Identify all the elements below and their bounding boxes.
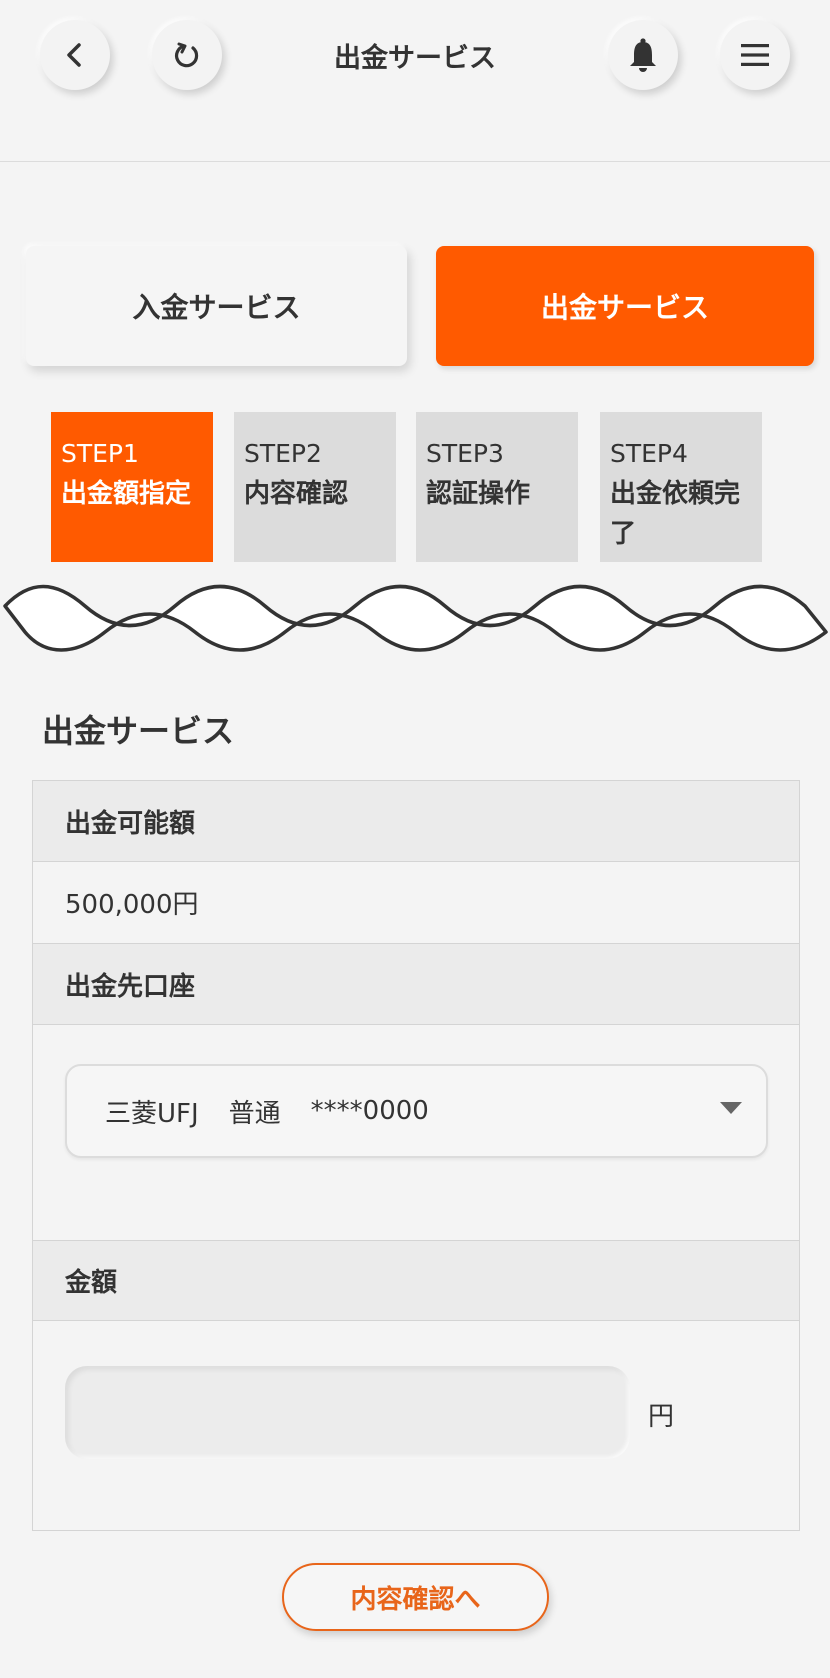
step-number: STEP1 — [61, 439, 139, 468]
step-label: 認証操作 — [426, 479, 531, 509]
app-header: 出金サービス — [0, 0, 830, 162]
reload-button[interactable] — [152, 20, 222, 90]
confirm-button-label: 内容確認へ — [350, 1584, 481, 1615]
chevron-left-icon — [67, 43, 81, 67]
account-header: 出金先口座 — [33, 944, 799, 1025]
section-title: 出金サービス — [42, 712, 235, 750]
notification-button[interactable] — [608, 20, 678, 90]
step-4: STEP4 出金依頼完了 — [600, 412, 762, 562]
amount-input[interactable] — [65, 1366, 630, 1459]
account-bank: 三菱UFJ — [105, 1098, 199, 1129]
deposit-service-button[interactable]: 入金サービス — [26, 246, 407, 366]
step-3: STEP3 認証操作 — [416, 412, 578, 562]
dropdown-caret-icon — [720, 1102, 742, 1114]
available-amount-row: 500,000円 — [33, 862, 799, 944]
account-number: ****0000 — [310, 1096, 429, 1126]
step-number: STEP4 — [610, 439, 688, 468]
step-1: STEP1 出金額指定 — [51, 412, 213, 562]
step-label: 出金額指定 — [61, 479, 192, 509]
withdraw-form-panel: 出金可能額 500,000円 出金先口座 三菱UFJ 普通 ****0000 金… — [32, 780, 800, 1531]
wave-divider — [3, 584, 828, 652]
step-number: STEP3 — [426, 439, 504, 468]
available-amount-label: 出金可能額 — [65, 808, 196, 839]
hamburger-menu-icon — [741, 44, 769, 66]
page-title: 出金サービス — [334, 43, 496, 74]
step-number: STEP2 — [244, 439, 322, 468]
amount-unit: 円 — [648, 1402, 675, 1432]
account-label: 出金先口座 — [65, 971, 196, 1002]
confirm-button[interactable]: 内容確認へ — [282, 1563, 549, 1631]
refresh-icon — [174, 42, 199, 68]
bell-icon — [630, 38, 656, 72]
step-2: STEP2 内容確認 — [234, 412, 396, 562]
deposit-service-label: 入金サービス — [132, 291, 301, 324]
withdraw-service-button[interactable]: 出金サービス — [436, 246, 814, 366]
menu-button[interactable] — [720, 20, 790, 90]
step-label: 出金依頼完了 — [610, 479, 741, 549]
withdraw-service-label: 出金サービス — [540, 291, 709, 324]
step-label: 内容確認 — [244, 479, 349, 509]
account-type: 普通 — [228, 1098, 281, 1129]
amount-header: 金額 — [33, 1240, 799, 1321]
back-button[interactable] — [40, 20, 110, 90]
available-amount-value: 500,000円 — [65, 890, 199, 920]
account-select[interactable]: 三菱UFJ 普通 ****0000 — [65, 1064, 768, 1158]
amount-label: 金額 — [65, 1268, 118, 1298]
available-amount-header: 出金可能額 — [33, 781, 799, 862]
